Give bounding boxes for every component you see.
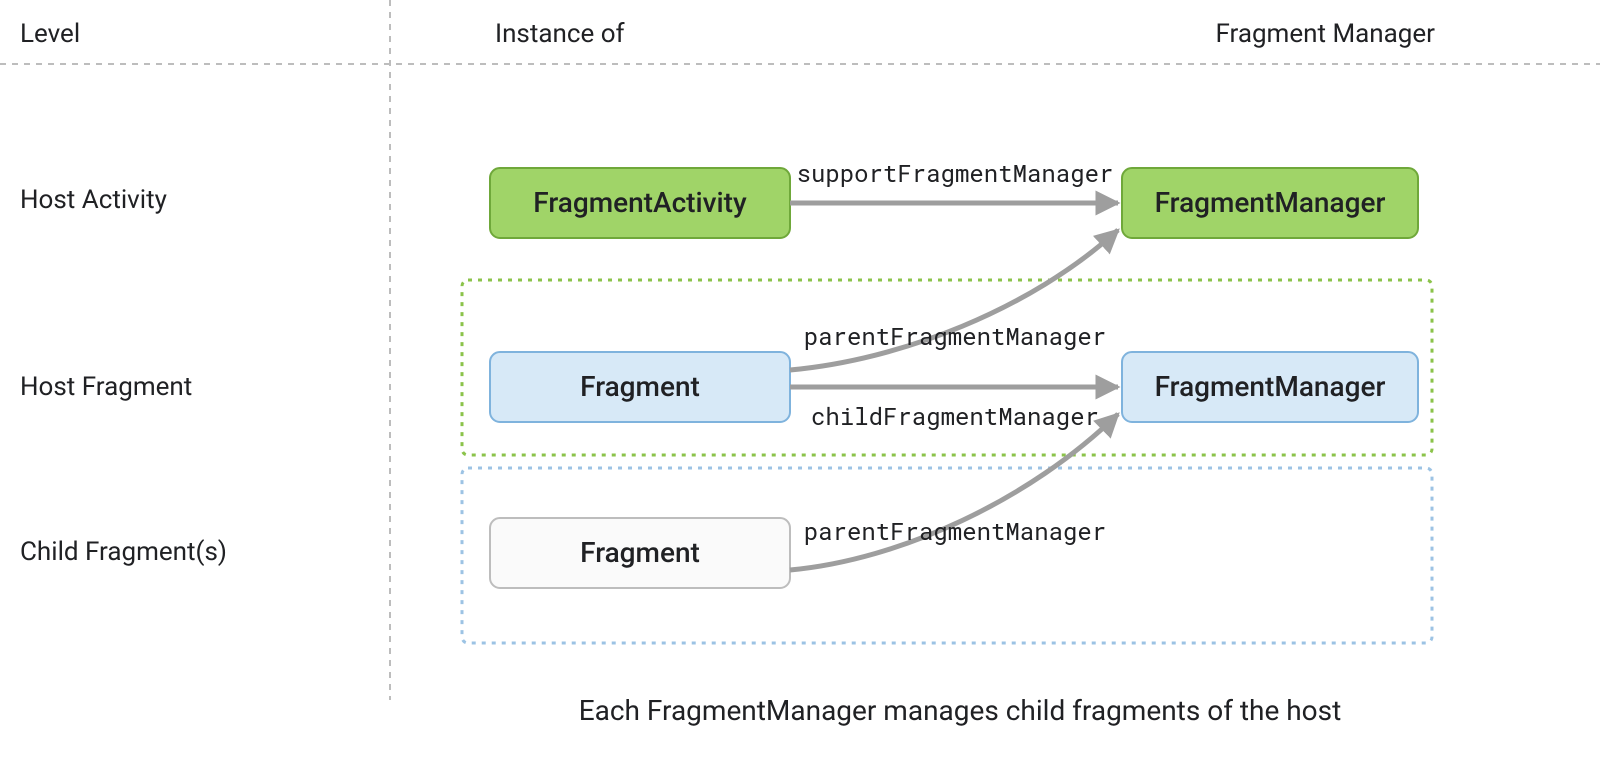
node-child-fragment-label: Fragment [580,536,700,569]
node-fragmentmanager-fragment: FragmentManager [1122,352,1418,422]
edge-child-fm-label: childFragmentManager [811,400,1099,432]
node-fragmentmanager-activity-label: FragmentManager [1155,186,1386,219]
edge-parent-fm-child-label: parentFragmentManager [804,515,1106,547]
node-host-fragment: Fragment [490,352,790,422]
node-fragment-activity-label: FragmentActivity [533,186,747,219]
node-host-fragment-label: Fragment [580,370,700,403]
header-level: Level [20,19,80,49]
edge-parent-fm-host-label: parentFragmentManager [804,320,1106,352]
header-instance: Instance of [495,19,626,49]
level-host-activity: Host Activity [20,185,167,215]
header-manager: Fragment Manager [1215,19,1435,49]
level-host-fragment: Host Fragment [20,372,192,402]
node-fragment-activity: FragmentActivity [490,168,790,238]
node-fragmentmanager-activity: FragmentManager [1122,168,1418,238]
level-child-fragment: Child Fragment(s) [20,537,227,567]
caption: Each FragmentManager manages child fragm… [579,694,1342,727]
edge-support-fm-label: supportFragmentManager [797,157,1114,189]
node-child-fragment: Fragment [490,518,790,588]
fragment-manager-diagram: Level Instance of Fragment Manager Host … [0,0,1600,774]
node-fragmentmanager-fragment-label: FragmentManager [1155,370,1386,403]
